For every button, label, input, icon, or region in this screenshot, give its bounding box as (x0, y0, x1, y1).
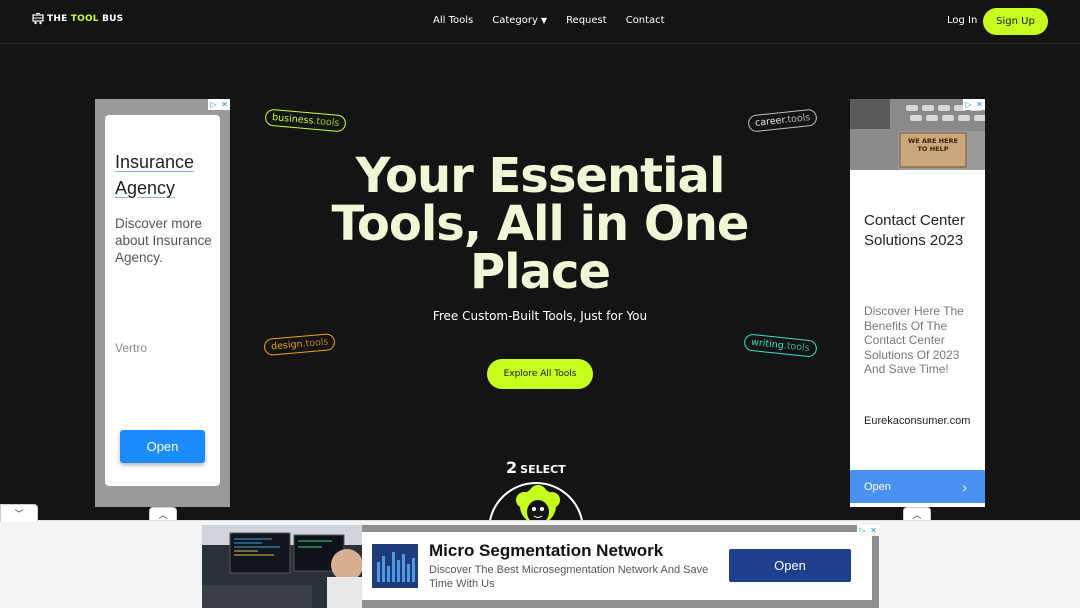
chevron-right-icon: › (962, 478, 967, 495)
tag-career-tools: career.tools (747, 108, 819, 133)
ad-right[interactable]: WE ARE HERE TO HELP ▷ ✕ Contact Center S… (850, 99, 985, 507)
login-link[interactable]: Log In (947, 15, 977, 26)
nav-contact[interactable]: Contact (626, 15, 665, 26)
ad-close-icon[interactable]: ✕ (974, 99, 985, 110)
signup-button[interactable]: Sign Up (983, 8, 1048, 35)
step-select-label: 2 SELECT (506, 458, 566, 477)
ad-left-description: Discover more about Insurance Agency. (115, 216, 212, 265)
ad-right-sign-text: WE ARE HERE TO HELP (908, 137, 958, 153)
tag-business-tools: business.tools (264, 108, 347, 133)
ad-left-brand: Vertro (115, 341, 148, 355)
ad-right-url: Eurekaconsumer.com (864, 415, 971, 427)
explore-all-tools-button[interactable]: Explore All Tools (487, 359, 593, 389)
ad-left-collapse-tab[interactable]: ︿ (149, 507, 177, 521)
ad-bottom-collapse-tab[interactable]: ﹀ (0, 504, 38, 522)
ad-left-title[interactable]: Insurance Agency (115, 149, 215, 201)
ad-left[interactable]: ▷ ✕ Insurance Agency Discover more about… (95, 99, 230, 507)
ad-close-icon[interactable]: ✕ (219, 99, 230, 110)
nav-request[interactable]: Request (566, 15, 607, 26)
bus-icon (32, 13, 44, 25)
nav-all-tools[interactable]: All Tools (433, 15, 473, 26)
hero-title: Your Essential Tools, All in One Place (331, 148, 750, 300)
ad-info-icon[interactable]: ▷ (208, 99, 219, 110)
ad-bottom-card: Micro Segmentation Network Discover The … (362, 532, 872, 600)
ad-right-description: Discover Here The Benefits Of The Contac… (864, 304, 964, 376)
ad-left-card: Insurance Agency Discover more about Ins… (105, 115, 220, 486)
ad-right-collapse-tab[interactable]: ︿ (903, 507, 931, 521)
tag-design-tools: design.tools (263, 332, 337, 357)
ad-bottom-image (202, 525, 362, 608)
ad-choices[interactable]: ▷ ✕ (963, 99, 985, 110)
tag-writing-tools: writing.tools (743, 333, 818, 358)
ad-bottom-title[interactable]: Micro Segmentation Network (429, 541, 663, 561)
ad-bottom-open-button[interactable]: Open (729, 549, 851, 582)
chevron-down-icon: ﹀ (14, 510, 24, 520)
ad-left-open-button[interactable]: Open (120, 430, 205, 463)
nav-links: All Tools Category ▼ Request Contact (433, 15, 665, 26)
chevron-down-icon: ▼ (540, 16, 548, 25)
nav-category[interactable]: Category ▼ (492, 15, 547, 26)
ad-choices[interactable]: ▷ ✕ (208, 99, 230, 110)
top-nav: THE TOOL BUS All Tools Category ▼ Request… (0, 0, 1080, 44)
logo[interactable]: THE TOOL BUS (32, 13, 123, 25)
ad-info-icon[interactable]: ▷ (963, 99, 974, 110)
ad-right-title[interactable]: Contact Center Solutions 2023 (864, 211, 979, 251)
ad-bottom[interactable]: ▷ ✕ Micro Segmentation Network Discover … (202, 525, 879, 608)
ad-right-open-button[interactable]: Open › (850, 470, 985, 503)
hero-subtitle: Free Custom-Built Tools, Just for You (432, 309, 648, 323)
logo-text: THE TOOL BUS (47, 14, 124, 24)
ad-bottom-thumbnail (372, 544, 418, 588)
ad-bottom-description: Discover The Best Microsegmentation Netw… (429, 564, 709, 590)
